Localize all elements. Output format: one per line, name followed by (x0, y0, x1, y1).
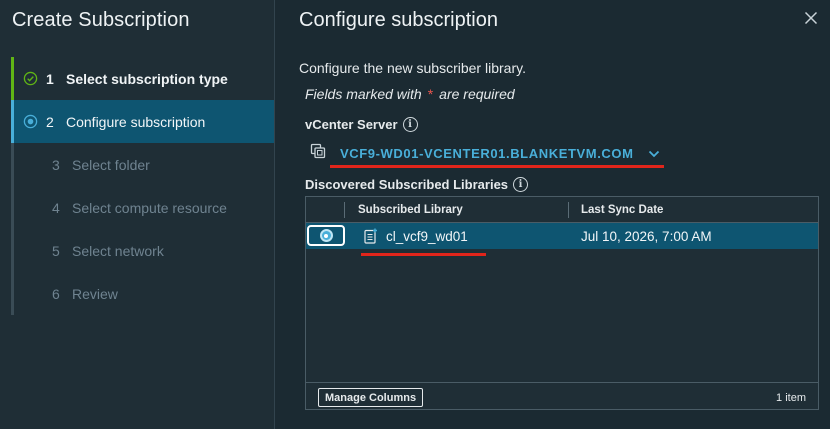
vcenter-server-select[interactable]: VCF9-WD01-VCENTER01.BLANKETVM.COM (310, 143, 660, 164)
library-name-cell: cl_vcf9_wd01 (386, 229, 468, 244)
step-number: 1 (46, 70, 54, 87)
step-label: Review (72, 285, 118, 302)
chevron-down-icon[interactable] (648, 145, 660, 163)
annotation-underline (330, 165, 664, 168)
step-review: 6 Review (11, 272, 274, 315)
step-number: 6 (52, 285, 60, 302)
configure-panel: Configure subscription Configure the new… (276, 0, 830, 429)
discovered-libraries-label: Discovered Subscribed Libraries i (305, 177, 529, 192)
manage-columns-button[interactable]: Manage Columns (318, 388, 424, 407)
required-fields-note: Fields marked with * are required (305, 86, 515, 102)
datagrid-header: Subscribed Library Last Sync Date (306, 197, 818, 223)
page-description: Configure the new subscriber library. (299, 60, 526, 76)
step-select-folder: 3 Select folder (11, 143, 274, 186)
datagrid-footer: Manage Columns 1 item (306, 382, 818, 409)
step-label: Select subscription type (66, 70, 228, 87)
step-number: 2 (46, 113, 54, 130)
wizard-sidebar: Create Subscription 1 Select subscriptio… (0, 0, 275, 429)
step-label: Select compute resource (72, 199, 227, 216)
content-library-icon (364, 228, 378, 244)
wizard-title: Create Subscription (12, 9, 190, 31)
vcenter-icon (310, 143, 326, 164)
step-number: 5 (52, 242, 60, 259)
column-separator (344, 202, 345, 218)
current-step-icon (14, 114, 46, 129)
wizard-steps: 1 Select subscription type 2 Configure s… (11, 57, 274, 315)
step-select-compute-resource: 4 Select compute resource (11, 186, 274, 229)
step-label: Select network (72, 242, 164, 259)
column-header-last-sync-date[interactable]: Last Sync Date (581, 204, 663, 216)
annotation-underline (361, 253, 486, 256)
step-label: Select folder (72, 156, 150, 173)
step-configure-subscription[interactable]: 2 Configure subscription (11, 100, 274, 143)
info-icon[interactable]: i (402, 117, 418, 132)
step-number: 3 (52, 156, 60, 173)
close-icon[interactable] (804, 11, 820, 27)
required-star: * (427, 86, 434, 102)
table-row[interactable]: cl_vcf9_wd01 Jul 10, 2026, 7:00 AM (306, 223, 818, 249)
item-count: 1 item (776, 392, 806, 404)
step-label: Configure subscription (66, 113, 206, 130)
radio-selected-icon (319, 229, 333, 242)
step-select-subscription-type[interactable]: 1 Select subscription type (11, 57, 274, 100)
row-select-radio[interactable] (307, 225, 345, 246)
last-sync-date-cell: Jul 10, 2026, 7:00 AM (581, 229, 712, 244)
vcenter-server-label: vCenter Server i (305, 117, 418, 132)
page-title: Configure subscription (299, 9, 498, 31)
column-header-subscribed-library[interactable]: Subscribed Library (358, 204, 463, 216)
step-number: 4 (52, 199, 60, 216)
column-separator (568, 202, 569, 218)
info-icon[interactable]: i (513, 177, 529, 192)
check-circle-icon (14, 71, 46, 86)
step-select-network: 5 Select network (11, 229, 274, 272)
libraries-datagrid: Subscribed Library Last Sync Date cl_vcf… (305, 196, 819, 410)
vcenter-server-value[interactable]: VCF9-WD01-VCENTER01.BLANKETVM.COM (340, 146, 634, 161)
